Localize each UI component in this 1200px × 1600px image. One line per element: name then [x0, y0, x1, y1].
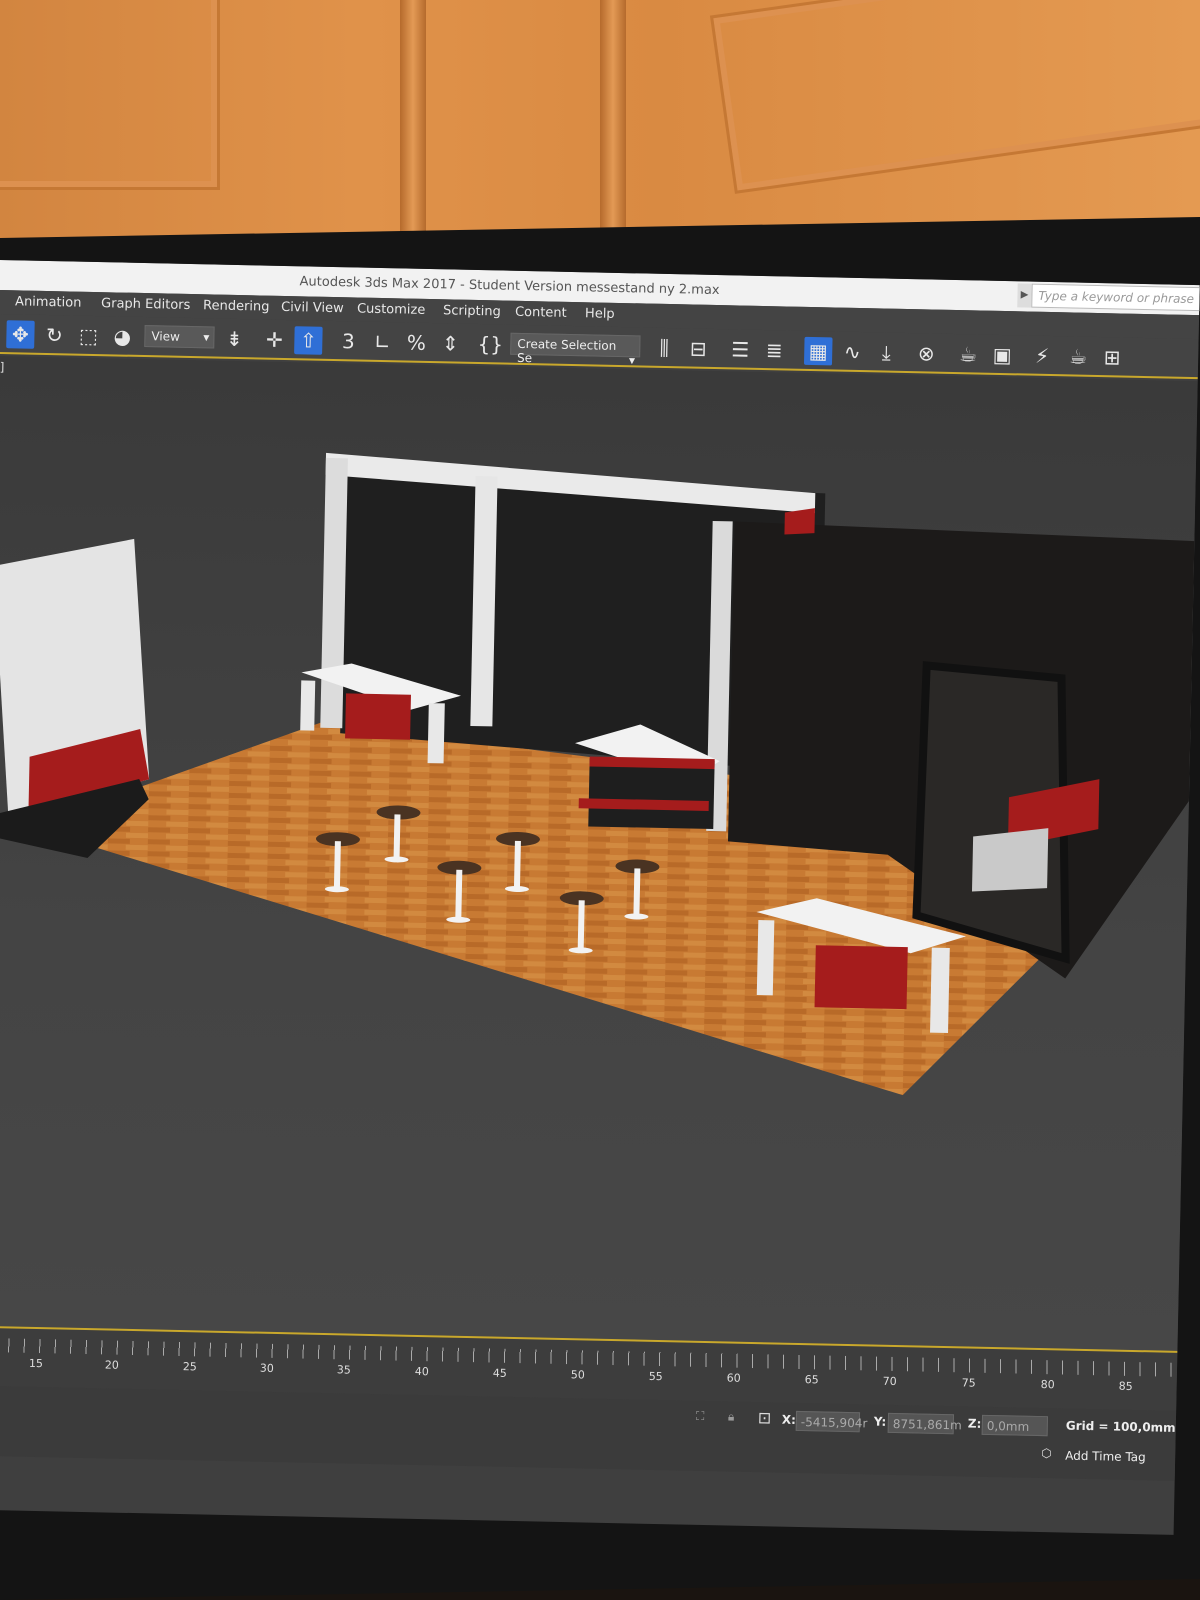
tick-label: 85 [1118, 1379, 1133, 1393]
absolute-mode-icon[interactable]: ⊡ [758, 1408, 772, 1427]
select-manipulate-icon[interactable]: ⇧ [294, 326, 323, 355]
tick-label: 45 [492, 1366, 507, 1380]
bench-leg [300, 680, 316, 731]
mirror-icon[interactable]: ⫼ [650, 334, 679, 363]
search-input[interactable]: Type a keyword or phrase [1031, 283, 1200, 312]
z-coordinate-field[interactable]: 0,0mm [981, 1414, 1049, 1437]
menu-help[interactable]: Help [585, 306, 615, 322]
storage-box [971, 828, 1049, 892]
edit-named-selection-icon[interactable]: {} [476, 330, 505, 359]
layer-explorer-icon[interactable]: ≣ [760, 336, 789, 365]
tick-label: 70 [882, 1374, 897, 1389]
z-label: Z: [967, 1416, 982, 1431]
chevron-down-icon: ▾ [203, 330, 210, 345]
reference-coordinate-value: View [151, 329, 181, 344]
y-coordinate-field[interactable]: 8751,861m [887, 1412, 962, 1435]
tick-label: 65 [804, 1373, 819, 1387]
render-teapot-icon[interactable]: ☕ [1064, 342, 1093, 371]
tick-label: 20 [104, 1358, 120, 1372]
toggle-ribbon-icon[interactable]: ▦ [803, 336, 833, 366]
window-title: Autodesk 3ds Max 2017 - Student Version … [299, 274, 720, 299]
chevron-down-icon: ▾ [628, 353, 636, 368]
door-gap [400, 0, 426, 250]
render-iterative-icon[interactable]: ⊞ [1098, 343, 1127, 372]
tick-label: 80 [1040, 1378, 1055, 1392]
tick-label: 25 [182, 1360, 197, 1374]
align-icon[interactable]: ⊟ [684, 334, 713, 363]
door-panel [0, 0, 220, 190]
menu-graph-editors[interactable]: Graph Editors [101, 296, 191, 313]
grid-size-label: Grid = 100,0mm [1065, 1418, 1176, 1435]
render-setup-icon[interactable]: ☕ [954, 340, 983, 369]
scale-icon[interactable]: ⬚ [74, 322, 103, 351]
add-time-tag-button[interactable]: Add Time Tag [1065, 1449, 1146, 1465]
bench-red-panel [345, 693, 411, 740]
named-selection-value: Create Selection Se [516, 336, 617, 366]
menu-animation[interactable]: Animation [15, 294, 82, 310]
selection-lock-icon[interactable]: ⛶ [696, 1409, 705, 1424]
3dsmax-window: Autodesk 3ds Max 2017 - Student Version … [0, 260, 1200, 1535]
scene-explorer-icon[interactable]: ☰ [726, 335, 755, 364]
desk-front [588, 758, 715, 830]
material-editor-icon[interactable]: ⊗ [912, 339, 941, 368]
tick-label: 60 [726, 1371, 741, 1385]
rendered-frame-window-icon[interactable]: ▣ [988, 341, 1017, 370]
perspective-viewport[interactable]: ] [0, 355, 1198, 1351]
exhibition-stand-model [0, 452, 1195, 1096]
time-tag-icon: ⬡ [1041, 1446, 1052, 1461]
menu-content[interactable]: Content [515, 305, 567, 321]
schematic-view-icon[interactable]: ⤓ [872, 338, 901, 367]
tick-label: 50 [570, 1368, 585, 1382]
menu-scripting[interactable]: Scripting [443, 303, 501, 319]
tick-label: 30 [259, 1361, 274, 1375]
lock-icon[interactable]: 🔒︎ [728, 1410, 735, 1425]
search-arrow-icon[interactable]: ▶ [1017, 283, 1032, 308]
x-coordinate-field[interactable]: -5415,904r [795, 1410, 868, 1433]
move-icon[interactable]: ✥ [6, 320, 35, 349]
rotate-icon[interactable]: ↻ [40, 321, 69, 350]
render-production-icon[interactable]: ⚡ [1028, 342, 1057, 371]
tick-label: 15 [28, 1356, 44, 1371]
angle-snap-icon[interactable]: ∟ [368, 328, 397, 357]
reference-coordinate-dropdown[interactable]: View ▾ [144, 325, 215, 349]
select-move-icon[interactable]: ✛ [260, 325, 289, 354]
snap-3d-icon[interactable]: 3 [334, 327, 363, 356]
percent-snap-icon[interactable]: % [402, 328, 431, 357]
curve-editor-icon[interactable]: ∿ [838, 338, 867, 367]
bench-leg [756, 920, 775, 996]
pivot-icon[interactable]: ⇟ [220, 325, 249, 354]
place-icon[interactable]: ◕ [108, 322, 137, 351]
tick-label: 75 [961, 1376, 976, 1390]
spinner-snap-icon[interactable]: ⇕ [436, 329, 465, 358]
menu-civil-view[interactable]: Civil View [281, 300, 344, 316]
bench-leg [930, 947, 950, 1034]
bench-leg [427, 703, 445, 764]
x-label: X: [781, 1412, 797, 1427]
door-panel [709, 0, 1200, 194]
door-gap [600, 0, 626, 250]
bench-red-panel [814, 945, 908, 1010]
named-selection-dropdown[interactable]: Create Selection Se ▾ [510, 332, 641, 367]
menu-customize[interactable]: Customize [357, 301, 426, 317]
tick-label: 35 [336, 1363, 351, 1377]
tick-label: 55 [648, 1369, 663, 1384]
y-label: Y: [873, 1414, 887, 1429]
tick-label: 40 [414, 1364, 429, 1379]
menu-rendering[interactable]: Rendering [203, 298, 270, 314]
